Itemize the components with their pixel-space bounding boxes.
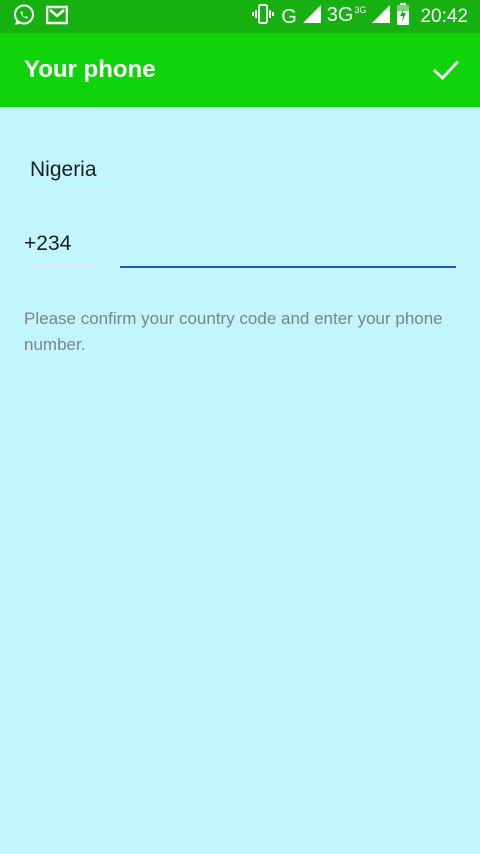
country-code-input[interactable]	[24, 230, 96, 258]
clock: 20:42	[420, 5, 468, 27]
network-type-3g-sup: 3G	[354, 5, 367, 15]
battery-charging-icon	[396, 3, 410, 30]
confirm-button[interactable]	[426, 50, 466, 90]
app-bar: Your phone	[0, 33, 480, 107]
whatsapp-icon	[12, 3, 36, 32]
vibrate-icon	[251, 3, 275, 30]
phone-number-input[interactable]	[120, 230, 456, 258]
check-icon	[433, 60, 459, 80]
country-selector[interactable]: Nigeria	[24, 147, 448, 192]
system-icons: G 3G3G 20:42	[251, 3, 468, 30]
instruction-text: Please confirm your country code and ent…	[24, 309, 443, 354]
network-type-g: G	[281, 5, 297, 28]
notification-icons	[12, 3, 69, 32]
status-bar: G 3G3G 20:42	[0, 0, 480, 33]
country-code-field	[24, 222, 96, 267]
phone-number-field	[120, 222, 456, 268]
network-type-3g: 3G3G	[326, 4, 367, 26]
country-name: Nigeria	[30, 158, 97, 181]
signal-icon	[372, 5, 391, 28]
page-title: Your phone	[24, 56, 156, 83]
signal-icon	[302, 5, 321, 28]
gmail-icon	[45, 5, 69, 30]
